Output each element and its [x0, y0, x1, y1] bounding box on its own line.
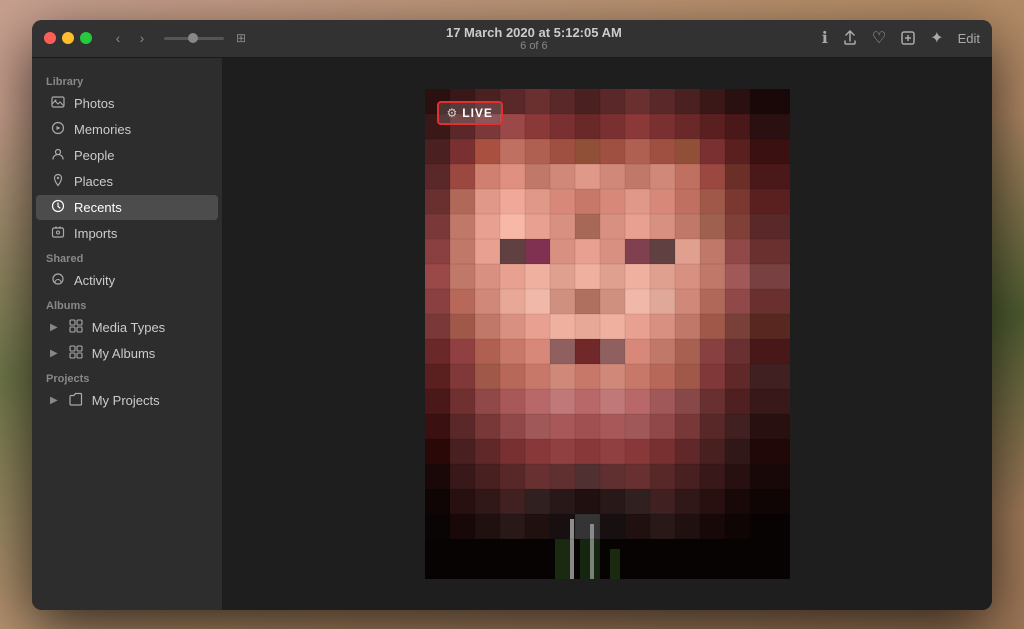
titlebar-right: ℹ ♡ ✦ Edit [822, 28, 980, 48]
nav-buttons: ‹ › [108, 28, 152, 48]
sidebar-item-my-projects[interactable]: ▶ My Projects [36, 388, 218, 413]
window-subtitle: 6 of 6 [520, 40, 548, 52]
sidebar-item-photos[interactable]: Photos [36, 91, 218, 116]
my-projects-label: My Projects [92, 393, 160, 408]
close-button[interactable] [44, 32, 56, 44]
slider-track [164, 37, 224, 40]
traffic-lights [44, 32, 92, 44]
share-icon[interactable] [842, 30, 858, 46]
places-label: Places [74, 174, 113, 189]
recents-label: Recents [74, 200, 122, 215]
my-projects-icon [68, 392, 84, 409]
zoom-slider[interactable] [164, 37, 224, 40]
media-types-icon [68, 319, 84, 336]
memories-icon [50, 121, 66, 138]
imports-icon [50, 225, 66, 242]
maximize-button[interactable] [80, 32, 92, 44]
library-section-label: Library [32, 70, 222, 90]
my-albums-collapse-icon: ▶ [50, 348, 58, 359]
live-badge[interactable]: ⚙ LIVE [437, 101, 503, 125]
people-label: People [74, 148, 114, 163]
info-icon[interactable]: ℹ [822, 28, 828, 48]
sidebar-item-places[interactable]: Places [36, 169, 218, 194]
sidebar-item-my-albums[interactable]: ▶ My Albums [36, 341, 218, 366]
albums-section-label: Albums [32, 294, 222, 314]
recents-icon [50, 199, 66, 216]
photos-icon [50, 95, 66, 112]
shared-section-label: Shared [32, 247, 222, 267]
sidebar-item-memories[interactable]: Memories [36, 117, 218, 142]
projects-section-label: Projects [32, 367, 222, 387]
minimize-button[interactable] [62, 32, 74, 44]
photos-label: Photos [74, 96, 114, 111]
edit-button[interactable]: Edit [958, 31, 980, 46]
rotate-icon[interactable] [900, 30, 916, 46]
imports-label: Imports [74, 226, 117, 241]
photo-image [425, 89, 790, 579]
window-title: 17 March 2020 at 5:12:05 AM [446, 25, 622, 40]
titlebar-center: 17 March 2020 at 5:12:05 AM 6 of 6 [446, 25, 622, 52]
my-projects-collapse-icon: ▶ [50, 395, 58, 406]
favorite-icon[interactable]: ♡ [872, 28, 886, 48]
places-icon [50, 173, 66, 190]
activity-label: Activity [74, 273, 115, 288]
sidebar-item-imports[interactable]: Imports [36, 221, 218, 246]
sidebar-item-media-types[interactable]: ▶ Media Types [36, 315, 218, 340]
back-button[interactable]: ‹ [108, 28, 128, 48]
titlebar: ‹ › ⊞ 17 March 2020 at 5:12:05 AM 6 of 6… [32, 20, 992, 58]
media-types-label: Media Types [92, 320, 165, 335]
activity-icon [50, 272, 66, 289]
live-badge-icon: ⚙ [447, 106, 458, 120]
adjust-icon[interactable]: ✦ [930, 28, 943, 48]
memories-label: Memories [74, 122, 131, 137]
slider-thumb [188, 33, 198, 43]
photo-area: ⚙ LIVE [222, 58, 992, 610]
main-content: Library Photos Memories People [32, 58, 992, 610]
main-window: ‹ › ⊞ 17 March 2020 at 5:12:05 AM 6 of 6… [32, 20, 992, 610]
titlebar-left: ‹ › ⊞ [44, 28, 246, 48]
my-albums-icon [68, 345, 84, 362]
media-types-collapse-icon: ▶ [50, 322, 58, 333]
live-badge-label: LIVE [462, 106, 493, 120]
photo-container: ⚙ LIVE [425, 89, 790, 579]
my-albums-label: My Albums [92, 346, 156, 361]
sidebar: Library Photos Memories People [32, 58, 222, 610]
sidebar-item-people[interactable]: People [36, 143, 218, 168]
people-icon [50, 147, 66, 164]
sidebar-item-activity[interactable]: Activity [36, 268, 218, 293]
grid-icon: ⊞ [236, 31, 246, 45]
forward-button[interactable]: › [132, 28, 152, 48]
sidebar-item-recents[interactable]: Recents [36, 195, 218, 220]
